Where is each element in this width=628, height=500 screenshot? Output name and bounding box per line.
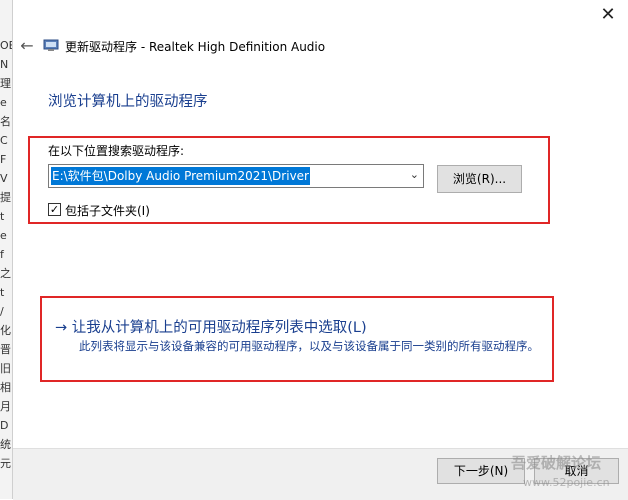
background-glyph: V: [0, 172, 8, 185]
update-driver-dialog: ✕ ← 更新驱动程序 - Realtek High Definition Aud…: [12, 0, 628, 500]
back-button[interactable]: ←: [17, 36, 37, 56]
background-glyph: C: [0, 134, 8, 147]
include-subfolders-label[interactable]: 包括子文件夹(I): [65, 202, 150, 219]
pick-from-list-description: 此列表将显示与该设备兼容的可用驱动程序，以及与该设备属于同一类别的所有驱动程序。: [79, 339, 539, 353]
background-glyph: 提: [0, 191, 11, 204]
background-glyph: 名: [0, 115, 11, 128]
background-glyph: 化: [0, 324, 11, 337]
background-glyph: N: [0, 58, 9, 71]
background-glyph: e: [0, 229, 7, 242]
background-glyph: F: [0, 153, 7, 166]
chevron-down-icon[interactable]: ⌄: [410, 168, 419, 181]
close-button[interactable]: ✕: [597, 4, 619, 26]
background-glyph: 月: [0, 400, 11, 413]
back-arrow-icon: ←: [20, 36, 34, 55]
background-glyph: OE: [0, 39, 12, 52]
background-glyph: 之: [0, 267, 11, 280]
search-location-label: 在以下位置搜索驱动程序:: [48, 144, 185, 158]
site-watermark: 吾爱破解论坛 www.52pojie.cn: [489, 450, 628, 499]
background-glyph: 统: [0, 438, 11, 451]
background-glyph: 相: [0, 381, 11, 394]
page-heading: 浏览计算机上的驱动程序: [48, 94, 208, 110]
background-glyph: D: [0, 419, 9, 432]
checkmark-icon: ✓: [49, 203, 60, 216]
background-glyph: t: [0, 286, 5, 299]
browse-button[interactable]: 浏览(R)...: [437, 165, 522, 193]
watermark-title: 吾爱破解论坛: [511, 454, 602, 472]
background-glyph: 晋: [0, 343, 11, 356]
background-glyph: 理: [0, 77, 11, 90]
background-glyph: /: [0, 305, 4, 318]
watermark-url: www.52pojie.cn: [523, 476, 610, 489]
arrow-right-icon: →: [55, 320, 68, 336]
background-glyph: t: [0, 210, 5, 223]
background-glyph: 元: [0, 457, 11, 470]
device-manager-icon: [43, 39, 59, 51]
dialog-title: 更新驱动程序 - Realtek High Definition Audio: [65, 40, 326, 54]
include-subfolders-checkbox[interactable]: ✓: [48, 203, 61, 216]
background-glyph: e: [0, 96, 7, 109]
pick-from-list-label[interactable]: 让我从计算机上的可用驱动程序列表中选取(L): [72, 320, 367, 336]
background-glyph: f: [0, 248, 4, 261]
pick-from-list-option[interactable]: → 让我从计算机上的可用驱动程序列表中选取(L): [55, 316, 367, 337]
driver-path-value[interactable]: E:\软件包\Dolby Audio Premium2021\Driver: [51, 167, 310, 185]
driver-path-combobox[interactable]: E:\软件包\Dolby Audio Premium2021\Driver ⌄: [48, 164, 424, 188]
background-glyph: 旧: [0, 362, 11, 375]
close-icon: ✕: [600, 4, 616, 25]
